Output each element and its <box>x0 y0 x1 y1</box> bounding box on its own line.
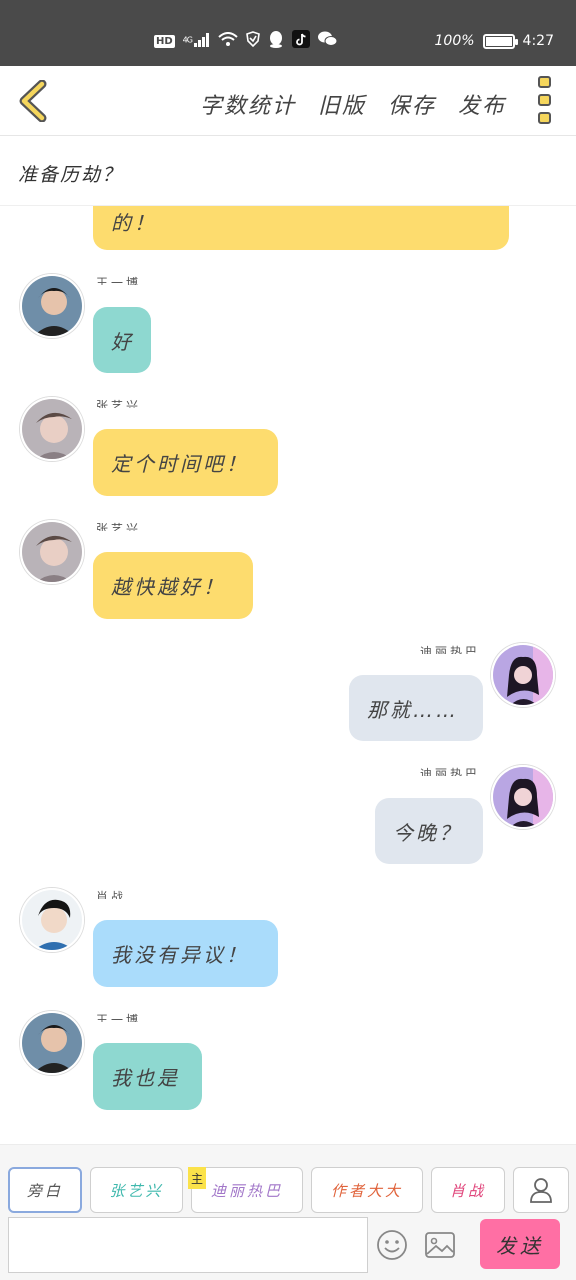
save-button[interactable]: 保存 <box>388 88 436 120</box>
composer: 旁白 张艺兴 主 迪丽热巴 作者大大 肖战 发送 <box>0 1144 576 1280</box>
sender-name: 王一博 <box>96 276 142 285</box>
avatar-zhang-yixing[interactable] <box>20 520 84 584</box>
sender-name: 肖战 <box>96 890 127 899</box>
message-bubble[interactable]: 的！ <box>93 206 509 250</box>
smiley-icon <box>377 1230 407 1260</box>
old-version-button[interactable]: 旧版 <box>318 88 366 120</box>
message-text: 越快越好！ <box>111 575 226 599</box>
message-text: 我也是 <box>111 1066 180 1090</box>
role-label: 迪丽热巴 <box>210 1181 283 1200</box>
signal-icon: 4G <box>182 32 211 50</box>
more-vertical-icon[interactable] <box>538 76 554 124</box>
hd-icon: HD <box>154 34 175 48</box>
add-role-button[interactable] <box>513 1167 569 1213</box>
sender-name: 迪丽热巴 <box>419 645 480 654</box>
chat-area[interactable]: 的！ 王一博 好 张艺兴 定个时间吧！ 张艺兴 越快越好！ 迪丽热巴 那就…… … <box>0 206 576 1144</box>
battery-percent: 100% <box>434 33 475 49</box>
send-button[interactable]: 发送 <box>480 1219 560 1269</box>
role-label: 旁白 <box>26 1181 63 1200</box>
publish-button[interactable]: 发布 <box>458 88 506 120</box>
role-author[interactable]: 作者大大 <box>311 1167 423 1213</box>
message-text: 我没有异议！ <box>111 943 249 967</box>
status-icons: HD 4G <box>154 30 338 52</box>
qq-icon <box>268 30 284 52</box>
avatar-wang-yibo[interactable] <box>20 1011 84 1075</box>
sender-name: 张艺兴 <box>96 522 142 531</box>
message-text: 今晚？ <box>393 820 462 845</box>
message-bubble[interactable]: 定个时间吧！ <box>93 429 278 496</box>
top-nav: 字数统计 旧版 保存 发布 <box>0 66 576 136</box>
role-dilraba[interactable]: 主 迪丽热巴 <box>188 1167 303 1213</box>
message-input[interactable] <box>8 1217 368 1273</box>
message-bubble[interactable]: 好 <box>93 307 151 373</box>
image-icon <box>425 1232 455 1258</box>
network-type: 4G <box>182 34 193 44</box>
avatar-dilraba[interactable] <box>491 765 555 829</box>
back-button[interactable] <box>12 78 52 124</box>
role-xiao-zhan[interactable]: 肖战 <box>431 1167 505 1213</box>
avatar-dilraba[interactable] <box>491 643 555 707</box>
word-count-button[interactable]: 字数统计 <box>200 88 296 120</box>
message-bubble[interactable]: 我没有异议！ <box>93 920 278 987</box>
nav-actions: 字数统计 旧版 保存 发布 <box>200 88 506 120</box>
message-text: 定个时间吧！ <box>111 452 249 476</box>
wifi-icon <box>218 32 239 50</box>
status-bar: HD 4G 100% 4:27 <box>0 0 576 66</box>
message-text: 的！ <box>111 211 157 235</box>
message-bubble[interactable]: 那就…… <box>349 675 483 741</box>
role-narrator[interactable]: 旁白 <box>8 1167 82 1213</box>
chat-title[interactable]: 准备历劫？ <box>18 160 123 187</box>
role-label: 肖战 <box>449 1181 486 1200</box>
battery-level <box>485 36 512 46</box>
message-text: 好 <box>111 329 134 354</box>
status-right: 100% 4:27 <box>435 33 554 49</box>
wechat-icon <box>318 31 338 51</box>
person-icon <box>530 1178 552 1203</box>
vpn-shield-icon <box>246 31 261 51</box>
battery-icon <box>482 33 518 49</box>
message-text: 那就…… <box>367 697 459 722</box>
sender-name: 迪丽热巴 <box>419 767 480 776</box>
emoji-button[interactable] <box>376 1229 408 1261</box>
avatar-xiao-zhan[interactable] <box>20 888 84 952</box>
role-zhang-yixing[interactable]: 张艺兴 <box>90 1167 183 1213</box>
role-selector: 旁白 张艺兴 主 迪丽热巴 作者大大 肖战 <box>8 1167 569 1213</box>
sender-name: 张艺兴 <box>96 399 142 408</box>
message-bubble[interactable]: 我也是 <box>93 1043 202 1110</box>
message-bubble[interactable]: 今晚？ <box>375 798 483 864</box>
sender-name: 王一博 <box>96 1013 142 1022</box>
tiktok-icon <box>292 30 311 52</box>
role-label: 作者大大 <box>330 1181 403 1200</box>
role-label: 张艺兴 <box>109 1181 164 1200</box>
message-bubble[interactable]: 越快越好！ <box>93 552 253 619</box>
avatar-zhang-yixing[interactable] <box>20 397 84 461</box>
image-button[interactable] <box>424 1231 456 1261</box>
clock: 4:27 <box>522 33 554 49</box>
avatar-wang-yibo[interactable] <box>20 274 84 338</box>
host-tag: 主 <box>188 1167 206 1189</box>
chat-title-bar: 准备历劫？ <box>0 136 576 206</box>
chevron-left-icon <box>19 80 47 122</box>
